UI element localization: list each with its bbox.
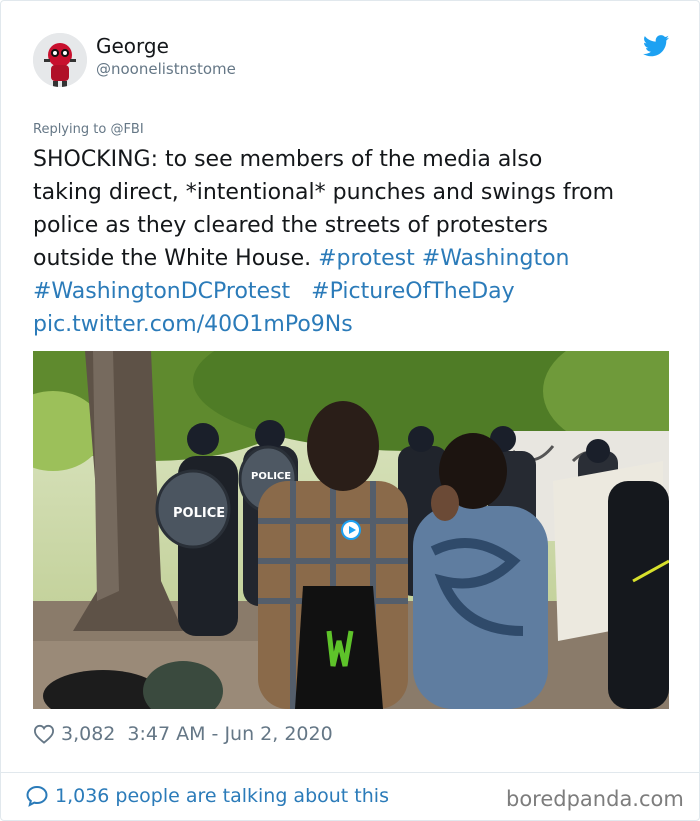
reply-target-link[interactable]: @FBI — [110, 122, 143, 137]
shield-label: POLICE — [173, 506, 225, 521]
tweet-text: SHOCKING: to see members of the media al… — [33, 143, 683, 341]
talking-count: 1,036 people are talking about this — [55, 785, 389, 807]
conversation-link[interactable]: 1,036 people are talking about this — [25, 784, 389, 808]
heart-icon[interactable] — [33, 724, 55, 744]
watermark: boredpanda.com — [506, 787, 684, 811]
tweet-line: taking direct, *intentional* punches and… — [33, 180, 615, 205]
hashtag-washington[interactable]: #Washington — [422, 246, 570, 271]
tweet-card: George @noonelistnstome Replying to @FBI… — [0, 0, 700, 821]
hashtag-protest[interactable]: #protest — [318, 246, 415, 271]
tweet-line: SHOCKING: to see members of the media al… — [33, 147, 543, 172]
tweet-meta: 3,082 3:47 AM - Jun 2, 2020 — [33, 722, 333, 746]
like-count[interactable]: 3,082 — [61, 723, 115, 745]
red-masked-character-avatar-icon — [33, 33, 87, 87]
hashtag-pictureoftheday[interactable]: #PictureOfTheDay — [311, 279, 515, 304]
user-handle[interactable]: @noonelistnstome — [96, 60, 236, 78]
replying-prefix: Replying to — [33, 122, 111, 137]
speech-bubble-icon — [26, 785, 48, 807]
timestamp[interactable]: 3:47 AM - Jun 2, 2020 — [127, 723, 332, 745]
tweet-line: #WashingtonDCProtest #PictureOfTheDay — [33, 275, 683, 308]
tweet-line-text: outside the White House. — [33, 246, 319, 271]
tweet-line: police as they cleared the streets of pr… — [33, 213, 548, 238]
hashtag-washingtondcprotest[interactable]: #WashingtonDCProtest — [33, 279, 290, 304]
replying-to: Replying to @FBI — [33, 122, 144, 137]
divider — [1, 772, 699, 773]
pic-link[interactable]: pic.twitter.com/40O1mPo9Ns — [33, 308, 683, 341]
shield-label: POLICE — [251, 471, 291, 482]
tweet-line: outside the White House. #protest #Washi… — [33, 242, 683, 275]
twitter-bird-icon[interactable] — [643, 35, 669, 57]
display-name[interactable]: George — [96, 34, 169, 58]
video-play-icon[interactable] — [341, 520, 361, 540]
avatar[interactable] — [33, 33, 87, 87]
